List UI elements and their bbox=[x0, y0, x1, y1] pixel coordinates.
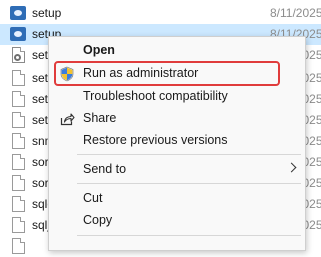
file-icon bbox=[12, 175, 25, 191]
file-icon bbox=[12, 217, 25, 233]
gear-file-icon bbox=[12, 47, 25, 63]
menu-item-label: Restore previous versions bbox=[83, 133, 228, 147]
menu-item-share[interactable]: Share bbox=[49, 108, 305, 130]
menu-item-cut[interactable]: Cut bbox=[49, 188, 305, 210]
chevron-right-icon bbox=[286, 162, 297, 173]
file-icon bbox=[12, 196, 25, 212]
uac-shield-icon bbox=[60, 66, 74, 82]
menu-item-troubleshoot-compatibility[interactable]: Troubleshoot compatibility bbox=[49, 86, 305, 108]
menu-item-restore-previous-versions[interactable]: Restore previous versions bbox=[49, 130, 305, 152]
menu-item-label: Troubleshoot compatibility bbox=[83, 89, 228, 103]
file-icon bbox=[12, 112, 25, 128]
file-date: 8/11/2025 bbox=[270, 6, 321, 20]
menu-separator bbox=[77, 235, 301, 236]
menu-item-label: Copy bbox=[83, 213, 113, 227]
app-icon bbox=[10, 27, 26, 41]
menu-separator bbox=[77, 183, 301, 184]
menu-item-label: Share bbox=[83, 111, 117, 125]
menu-item-send-to[interactable]: Send to bbox=[49, 159, 305, 181]
file-icon bbox=[12, 70, 25, 86]
menu-separator bbox=[77, 154, 301, 155]
menu-item-run-as-administrator[interactable]: Run as administrator bbox=[49, 63, 305, 85]
menu-item-label: Send to bbox=[83, 162, 127, 176]
menu-item-label: Open bbox=[83, 43, 115, 57]
file-name: setup bbox=[32, 6, 62, 20]
file-icon bbox=[12, 91, 25, 107]
context-menu: Open Run as administrator Troubleshoot c… bbox=[48, 36, 306, 251]
app-icon bbox=[10, 6, 26, 20]
menu-item-open[interactable]: Open bbox=[49, 40, 305, 62]
file-icon bbox=[12, 238, 25, 254]
menu-item-label: Cut bbox=[83, 191, 103, 205]
menu-item-copy[interactable]: Copy bbox=[49, 210, 305, 232]
file-icon bbox=[12, 154, 25, 170]
file-row[interactable]: setup 8/11/2025 bbox=[0, 3, 321, 24]
menu-item-label: Run as administrator bbox=[83, 66, 199, 80]
share-icon bbox=[60, 113, 75, 126]
file-icon bbox=[12, 133, 25, 149]
